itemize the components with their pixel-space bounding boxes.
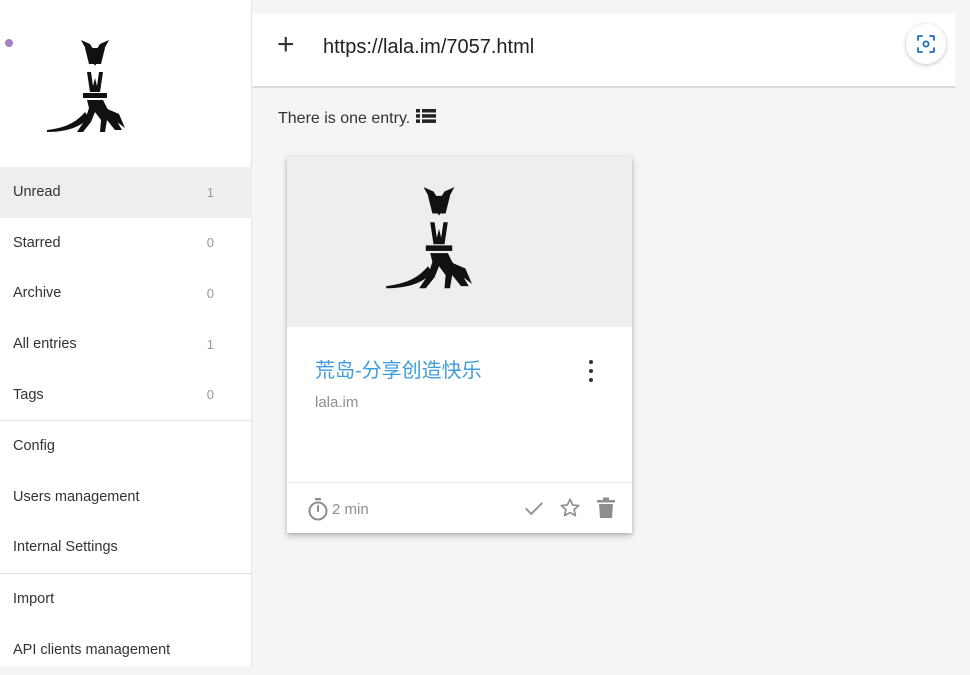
star-button[interactable] [558, 496, 582, 520]
sidebar-item-internal-settings[interactable]: Internal Settings [0, 522, 252, 573]
status-dot [5, 39, 13, 47]
list-view-icon[interactable] [416, 108, 437, 129]
sidebar-item-label: Archive [13, 285, 62, 302]
sidebar-item-label: Tags [13, 386, 44, 403]
reading-time: 2 min [307, 497, 369, 521]
entry-card-footer: 2 min [287, 482, 632, 534]
sidebar-item-starred[interactable]: Starred 0 [0, 218, 252, 269]
sidebar-item-unread[interactable]: Unread 1 [0, 167, 252, 218]
wallabag-logo[interactable] [44, 34, 146, 144]
sidebar-item-label: API clients management [13, 641, 171, 658]
archive-count: 0 [206, 285, 214, 301]
sidebar-item-label: Internal Settings [13, 539, 118, 556]
sidebar-nav: Unread 1 Starred 0 Archive 0 All entries… [0, 167, 252, 675]
add-url-bar: + [253, 14, 955, 88]
sidebar-item-all-entries[interactable]: All entries 1 [0, 319, 252, 370]
sidebar-item-label: All entries [13, 336, 77, 353]
entry-card: 荒岛-分享创造快乐 lala.im 2 min [287, 156, 632, 533]
sidebar-item-label: Starred [13, 234, 61, 251]
tags-count: 0 [206, 387, 214, 403]
entry-count-text: There is one entry. [278, 109, 411, 127]
plus-icon[interactable]: + [277, 30, 295, 60]
entry-preview-image[interactable] [287, 156, 632, 327]
timer-icon [308, 498, 328, 521]
sidebar-item-label: Unread [13, 184, 61, 201]
sidebar-item-label: Users management [13, 488, 140, 505]
delete-button[interactable] [594, 496, 618, 520]
sidebar-item-import[interactable]: Import [0, 574, 252, 625]
sidebar-item-label: Import [13, 591, 55, 608]
qr-scan-button[interactable] [906, 24, 946, 64]
check-icon [525, 502, 543, 516]
star-icon [560, 498, 580, 517]
entry-count: There is one entry. [278, 108, 437, 129]
sidebar-item-api-clients[interactable]: API clients management [0, 624, 252, 675]
sidebar-item-users-management[interactable]: Users management [0, 472, 252, 523]
sidebar-item-tags[interactable]: Tags 0 [0, 369, 252, 420]
entry-domain: lala.im [315, 394, 359, 411]
starred-count: 0 [206, 235, 214, 251]
sidebar-item-archive[interactable]: Archive 0 [0, 268, 252, 319]
sidebar-item-label: Config [13, 438, 55, 455]
trash-icon [597, 497, 615, 518]
qr-scan-icon [917, 35, 935, 53]
entry-title[interactable]: 荒岛-分享创造快乐 [315, 354, 482, 383]
all-entries-count: 1 [206, 336, 214, 352]
sidebar-item-config[interactable]: Config [0, 421, 252, 472]
sidebar: Unread 1 Starred 0 Archive 0 All entries… [0, 0, 252, 666]
reading-time-value: 2 min [332, 500, 369, 518]
unread-count: 1 [206, 184, 214, 200]
wallabag-logo [384, 180, 494, 302]
entry-actions [522, 496, 618, 520]
mark-as-read-button[interactable] [522, 496, 546, 520]
more-options-icon[interactable] [585, 360, 597, 382]
url-input[interactable] [323, 36, 883, 59]
